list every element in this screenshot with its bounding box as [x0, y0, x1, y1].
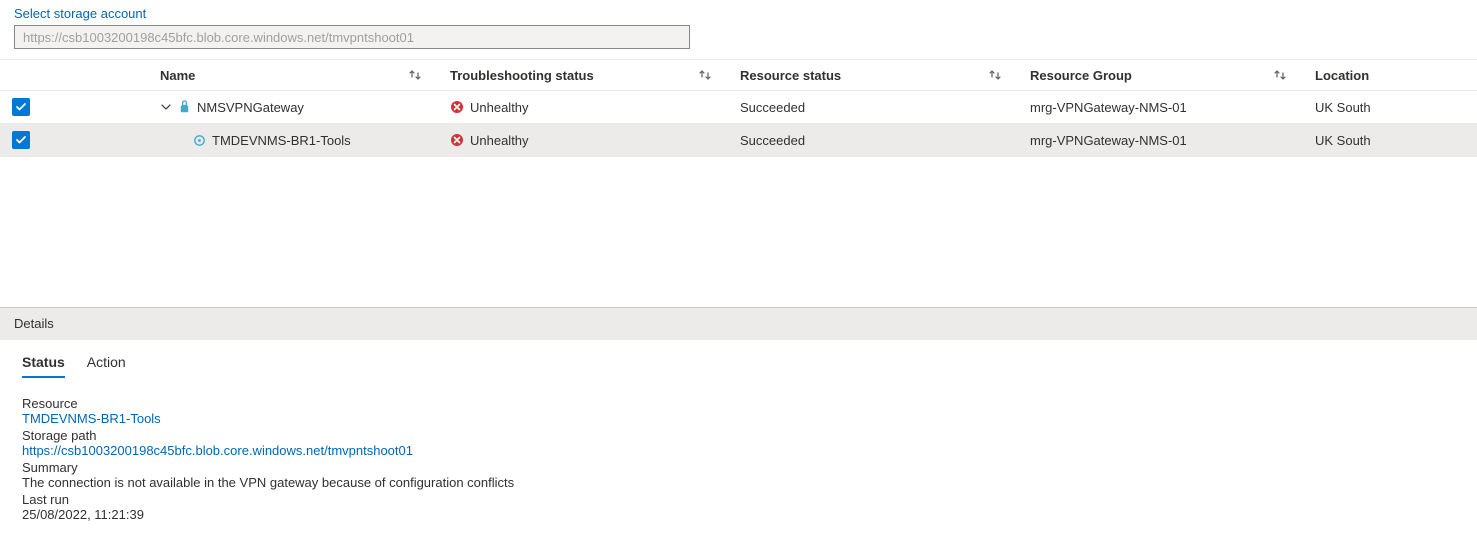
detail-label-resource: Resource	[22, 396, 1455, 411]
column-header-resource-group-label: Resource Group	[1030, 68, 1132, 83]
column-header-name[interactable]: Name	[42, 68, 450, 83]
detail-label-storage-path: Storage path	[22, 428, 1455, 443]
table-header-row: Name Troubleshooting status Resource sta…	[0, 59, 1477, 91]
connection-icon	[192, 133, 207, 148]
row-location: UK South	[1315, 100, 1371, 115]
detail-storage-link[interactable]: https://csb1003200198c45bfc.blob.core.wi…	[22, 443, 1455, 458]
table-row[interactable]: NMSVPNGateway Unhealthy Succeeded mrg-VP…	[0, 91, 1477, 124]
error-icon	[450, 100, 464, 114]
row-resource-group: mrg-VPNGateway-NMS-01	[1030, 133, 1187, 148]
chevron-down-icon[interactable]	[160, 101, 172, 113]
storage-url-input[interactable]	[14, 25, 690, 49]
detail-last-run-text: 25/08/2022, 11:21:39	[22, 507, 1455, 522]
row-checkbox[interactable]	[12, 98, 30, 116]
row-resource-status: Succeeded	[740, 100, 805, 115]
detail-label-last-run: Last run	[22, 492, 1455, 507]
row-checkbox[interactable]	[12, 131, 30, 149]
column-header-resource-group[interactable]: Resource Group	[1030, 68, 1315, 83]
column-header-location[interactable]: Location	[1315, 68, 1477, 83]
column-header-resource-status-label: Resource status	[740, 68, 841, 83]
sort-icon[interactable]	[1273, 68, 1287, 82]
table-row[interactable]: TMDEVNMS-BR1-Tools Unhealthy Succeeded m…	[0, 124, 1477, 157]
details-title: Details	[14, 316, 54, 331]
row-name: NMSVPNGateway	[197, 100, 304, 115]
row-resource-status: Succeeded	[740, 133, 805, 148]
detail-label-summary: Summary	[22, 460, 1455, 475]
row-ts-status: Unhealthy	[470, 133, 529, 148]
details-panel: Status Action Resource TMDEVNMS-BR1-Tool…	[0, 340, 1477, 538]
resource-table: Name Troubleshooting status Resource sta…	[0, 59, 1477, 157]
column-header-troubleshooting[interactable]: Troubleshooting status	[450, 68, 740, 83]
row-name: TMDEVNMS-BR1-Tools	[212, 133, 351, 148]
error-icon	[450, 133, 464, 147]
tab-status[interactable]: Status	[22, 354, 65, 378]
column-header-location-label: Location	[1315, 68, 1369, 83]
detail-summary-text: The connection is not available in the V…	[22, 475, 1455, 490]
select-storage-link[interactable]: Select storage account	[14, 6, 146, 21]
sort-icon[interactable]	[988, 68, 1002, 82]
row-location: UK South	[1315, 133, 1371, 148]
details-bar: Details	[0, 307, 1477, 340]
tab-action[interactable]: Action	[87, 354, 126, 378]
column-header-troubleshooting-label: Troubleshooting status	[450, 68, 594, 83]
sort-icon[interactable]	[698, 68, 712, 82]
vpn-gateway-icon	[177, 100, 192, 115]
column-header-name-label: Name	[160, 68, 195, 83]
column-header-resource-status[interactable]: Resource status	[740, 68, 1030, 83]
row-resource-group: mrg-VPNGateway-NMS-01	[1030, 100, 1187, 115]
row-ts-status: Unhealthy	[470, 100, 529, 115]
sort-icon[interactable]	[408, 68, 422, 82]
detail-resource-link[interactable]: TMDEVNMS-BR1-Tools	[22, 411, 1455, 426]
